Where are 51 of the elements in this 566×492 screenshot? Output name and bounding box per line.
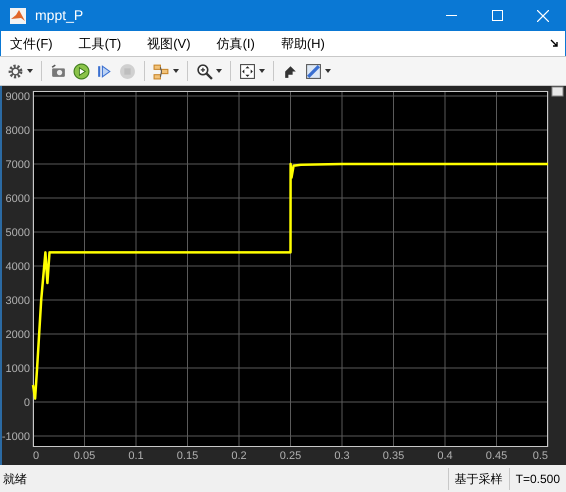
step-forward-icon bbox=[96, 62, 113, 80]
menu-item[interactable]: 帮助(H) bbox=[274, 34, 332, 54]
app-icon bbox=[10, 8, 26, 24]
status-time: T=0.500 bbox=[508, 468, 566, 490]
x-tick-label: 0.4 bbox=[437, 450, 453, 462]
block-diagram-icon bbox=[153, 62, 170, 80]
x-tick-label: 0.1 bbox=[128, 450, 144, 462]
autoscale-button[interactable] bbox=[552, 86, 564, 96]
caret-icon bbox=[173, 69, 179, 73]
y-tick-label: 4000 bbox=[6, 261, 30, 273]
y-tick-label: 2000 bbox=[6, 329, 30, 341]
camera-icon bbox=[50, 62, 67, 80]
y-tick-label: 5000 bbox=[6, 227, 30, 239]
caret-icon bbox=[27, 69, 33, 73]
caret-icon bbox=[216, 69, 222, 73]
y-tick-label: 9000 bbox=[6, 91, 30, 103]
y-tick-label: 3000 bbox=[6, 295, 30, 307]
x-tick-label: 0.5 bbox=[532, 450, 548, 462]
play-icon bbox=[73, 62, 90, 80]
menu-item[interactable]: 文件(F) bbox=[3, 34, 60, 54]
status-mode: 基于采样 bbox=[448, 468, 509, 490]
y-tick-label: 8000 bbox=[6, 125, 30, 137]
fit-to-view-icon bbox=[239, 62, 256, 80]
maximize-icon bbox=[492, 10, 502, 21]
gear-icon bbox=[7, 62, 24, 80]
x-tick-label: 0.45 bbox=[486, 450, 508, 462]
menu-item[interactable]: 工具(T) bbox=[72, 34, 128, 54]
stop-icon bbox=[119, 62, 136, 80]
x-tick-label: 0 bbox=[33, 450, 40, 462]
menu-item[interactable]: 仿真(I) bbox=[210, 34, 262, 54]
menu-item[interactable]: 视图(V) bbox=[140, 34, 198, 54]
zoom-in-icon bbox=[196, 62, 213, 80]
x-tick-label: 0.2 bbox=[231, 450, 247, 462]
close-icon bbox=[537, 10, 549, 22]
status-message: 就绪 bbox=[3, 470, 27, 488]
x-tick-label: 0.35 bbox=[382, 450, 404, 462]
undock-icon[interactable] bbox=[550, 39, 559, 48]
x-tick-label: 0.3 bbox=[334, 450, 350, 462]
y-tick-label: 7000 bbox=[6, 159, 30, 171]
y-tick-label: -1000 bbox=[2, 431, 30, 443]
caret-icon bbox=[325, 69, 331, 73]
ruler-icon bbox=[305, 62, 322, 80]
x-tick-label: 0.25 bbox=[280, 450, 302, 462]
x-tick-label: 0.05 bbox=[74, 450, 96, 462]
y-tick-label: 1000 bbox=[6, 363, 30, 375]
y-tick-label: 6000 bbox=[6, 193, 30, 205]
caret-icon bbox=[259, 69, 265, 73]
y-tick-label: 0 bbox=[24, 397, 30, 409]
x-tick-label: 0.15 bbox=[176, 450, 198, 462]
window-title: mppt_P bbox=[35, 6, 84, 25]
minimize-icon bbox=[446, 15, 456, 16]
